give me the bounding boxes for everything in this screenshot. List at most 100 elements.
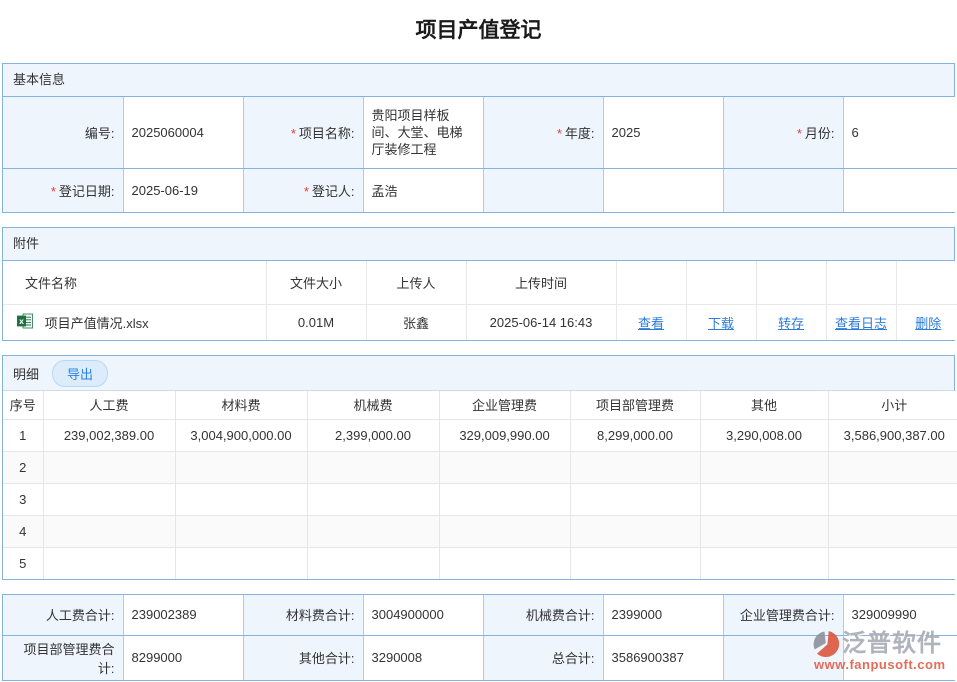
field-label-month: *月份:	[723, 97, 843, 168]
col-header-material-cost: 材料费	[175, 391, 307, 419]
download-link[interactable]: 下载	[708, 316, 734, 331]
watermark-url: www.fanpusoft.com	[812, 657, 952, 672]
detail-row: 2	[3, 451, 957, 483]
cell-enterprise-mgmt-cost	[439, 451, 570, 483]
cell-serial: 2	[3, 451, 43, 483]
save-as-link[interactable]: 转存	[778, 316, 804, 331]
col-header-labor-cost: 人工费	[43, 391, 175, 419]
attachment-uploader: 张鑫	[366, 304, 466, 340]
cell-project-dept-mgmt-cost	[570, 547, 700, 579]
cell-subtotal	[828, 451, 957, 483]
col-header-action	[616, 261, 686, 304]
cell-other-cost	[700, 515, 828, 547]
basic-info-section-title: 基本信息	[3, 64, 954, 97]
cell-machinery-cost	[307, 547, 439, 579]
field-value-month: 6	[843, 97, 957, 168]
cell-serial: 5	[3, 547, 43, 579]
col-header-uploader: 上传人	[366, 261, 466, 304]
cell-project-dept-mgmt-cost	[570, 451, 700, 483]
field-value-project-name: 贵阳项目样板间、大堂、电梯厅装修工程	[363, 97, 483, 168]
col-header-enterprise-mgmt-cost: 企业管理费	[439, 391, 570, 419]
total-label-machinery: 机械费合计:	[483, 595, 603, 635]
cell-enterprise-mgmt-cost	[439, 483, 570, 515]
empty-value-cell	[603, 168, 723, 212]
page-title: 项目产值登记	[0, 0, 957, 63]
svg-text:x: x	[19, 316, 24, 326]
label-text: 编号:	[85, 126, 115, 141]
basic-info-section: 基本信息 编号: 2025060004 *项目名称: 贵阳项目样板间、大堂、电梯…	[2, 63, 955, 213]
col-header-action	[896, 261, 957, 304]
empty-label-cell	[723, 168, 843, 212]
col-header-machinery-cost: 机械费	[307, 391, 439, 419]
attachments-table: 文件名称 文件大小 上传人 上传时间 x 项目产值情况.xls	[3, 261, 957, 340]
detail-row: 5	[3, 547, 957, 579]
cell-enterprise-mgmt-cost: 329,009,990.00	[439, 419, 570, 451]
total-label-other: 其他合计:	[243, 635, 363, 680]
total-label-grand: 总合计:	[483, 635, 603, 680]
total-value-grand: 3586900387	[603, 635, 723, 680]
label-text: 登记人:	[312, 184, 355, 199]
required-mark: *	[304, 184, 309, 199]
attachment-file-name: 项目产值情况.xlsx	[45, 316, 149, 331]
field-value-register-date: 2025-06-19	[123, 168, 243, 212]
basic-info-table: 编号: 2025060004 *项目名称: 贵阳项目样板间、大堂、电梯厅装修工程…	[3, 97, 957, 212]
col-header-project-dept-mgmt-cost: 项目部管理费	[570, 391, 700, 419]
col-header-other-cost: 其他	[700, 391, 828, 419]
col-header-action	[826, 261, 896, 304]
view-log-link[interactable]: 查看日志	[835, 316, 887, 331]
col-header-serial: 序号	[3, 391, 43, 419]
col-header-action	[686, 261, 756, 304]
cell-serial: 4	[3, 515, 43, 547]
field-value-registrant: 孟浩	[363, 168, 483, 212]
label-text: 登记日期:	[59, 184, 115, 199]
total-value-labor: 239002389	[123, 595, 243, 635]
attachment-file-size: 0.01M	[266, 304, 366, 340]
details-table: 序号 人工费 材料费 机械费 企业管理费 项目部管理费 其他 小计 1 239,…	[3, 391, 957, 579]
attachment-file-cell: x 项目产值情况.xlsx	[3, 304, 266, 340]
export-button[interactable]: 导出	[52, 360, 108, 387]
total-value-other: 3290008	[363, 635, 483, 680]
cell-material-cost	[175, 451, 307, 483]
cell-project-dept-mgmt-cost	[570, 515, 700, 547]
total-value-project-dept-mgmt: 8299000	[123, 635, 243, 680]
delete-link[interactable]: 删除	[915, 316, 941, 331]
field-value-year: 2025	[603, 97, 723, 168]
cell-other-cost: 3,290,008.00	[700, 419, 828, 451]
required-mark: *	[797, 126, 802, 141]
details-section-title: 明细	[13, 364, 39, 383]
attachment-row: x 项目产值情况.xlsx 0.01M 张鑫 2025-06-14 16:43 …	[3, 304, 957, 340]
cell-material-cost	[175, 483, 307, 515]
label-text: 年度:	[565, 126, 595, 141]
cell-machinery-cost: 2,399,000.00	[307, 419, 439, 451]
required-mark: *	[291, 126, 296, 141]
cell-serial: 3	[3, 483, 43, 515]
attachment-upload-time: 2025-06-14 16:43	[466, 304, 616, 340]
total-label-material: 材料费合计:	[243, 595, 363, 635]
col-header-action	[756, 261, 826, 304]
detail-row: 1 239,002,389.00 3,004,900,000.00 2,399,…	[3, 419, 957, 451]
field-label-number: 编号:	[3, 97, 123, 168]
cell-machinery-cost	[307, 451, 439, 483]
col-header-upload-time: 上传时间	[466, 261, 616, 304]
attachments-section-title: 附件	[3, 228, 954, 261]
total-value-material: 3004900000	[363, 595, 483, 635]
detail-row: 4	[3, 515, 957, 547]
total-label-labor: 人工费合计:	[3, 595, 123, 635]
cell-material-cost: 3,004,900,000.00	[175, 419, 307, 451]
col-header-file-size: 文件大小	[266, 261, 366, 304]
empty-value-cell	[843, 168, 957, 212]
cell-project-dept-mgmt-cost	[570, 483, 700, 515]
detail-row: 3	[3, 483, 957, 515]
cell-serial: 1	[3, 419, 43, 451]
cell-project-dept-mgmt-cost: 8,299,000.00	[570, 419, 700, 451]
cell-machinery-cost	[307, 515, 439, 547]
view-link[interactable]: 查看	[638, 316, 664, 331]
label-text: 月份:	[805, 126, 835, 141]
field-label-register-date: *登记日期:	[3, 168, 123, 212]
cell-labor-cost	[43, 483, 175, 515]
cell-other-cost	[700, 483, 828, 515]
cell-labor-cost	[43, 547, 175, 579]
vendor-watermark: 泛普软件 www.fanpusoft.com	[812, 629, 952, 672]
field-label-project-name: *项目名称:	[243, 97, 363, 168]
attachments-section: 附件 文件名称 文件大小 上传人 上传时间	[2, 227, 955, 341]
